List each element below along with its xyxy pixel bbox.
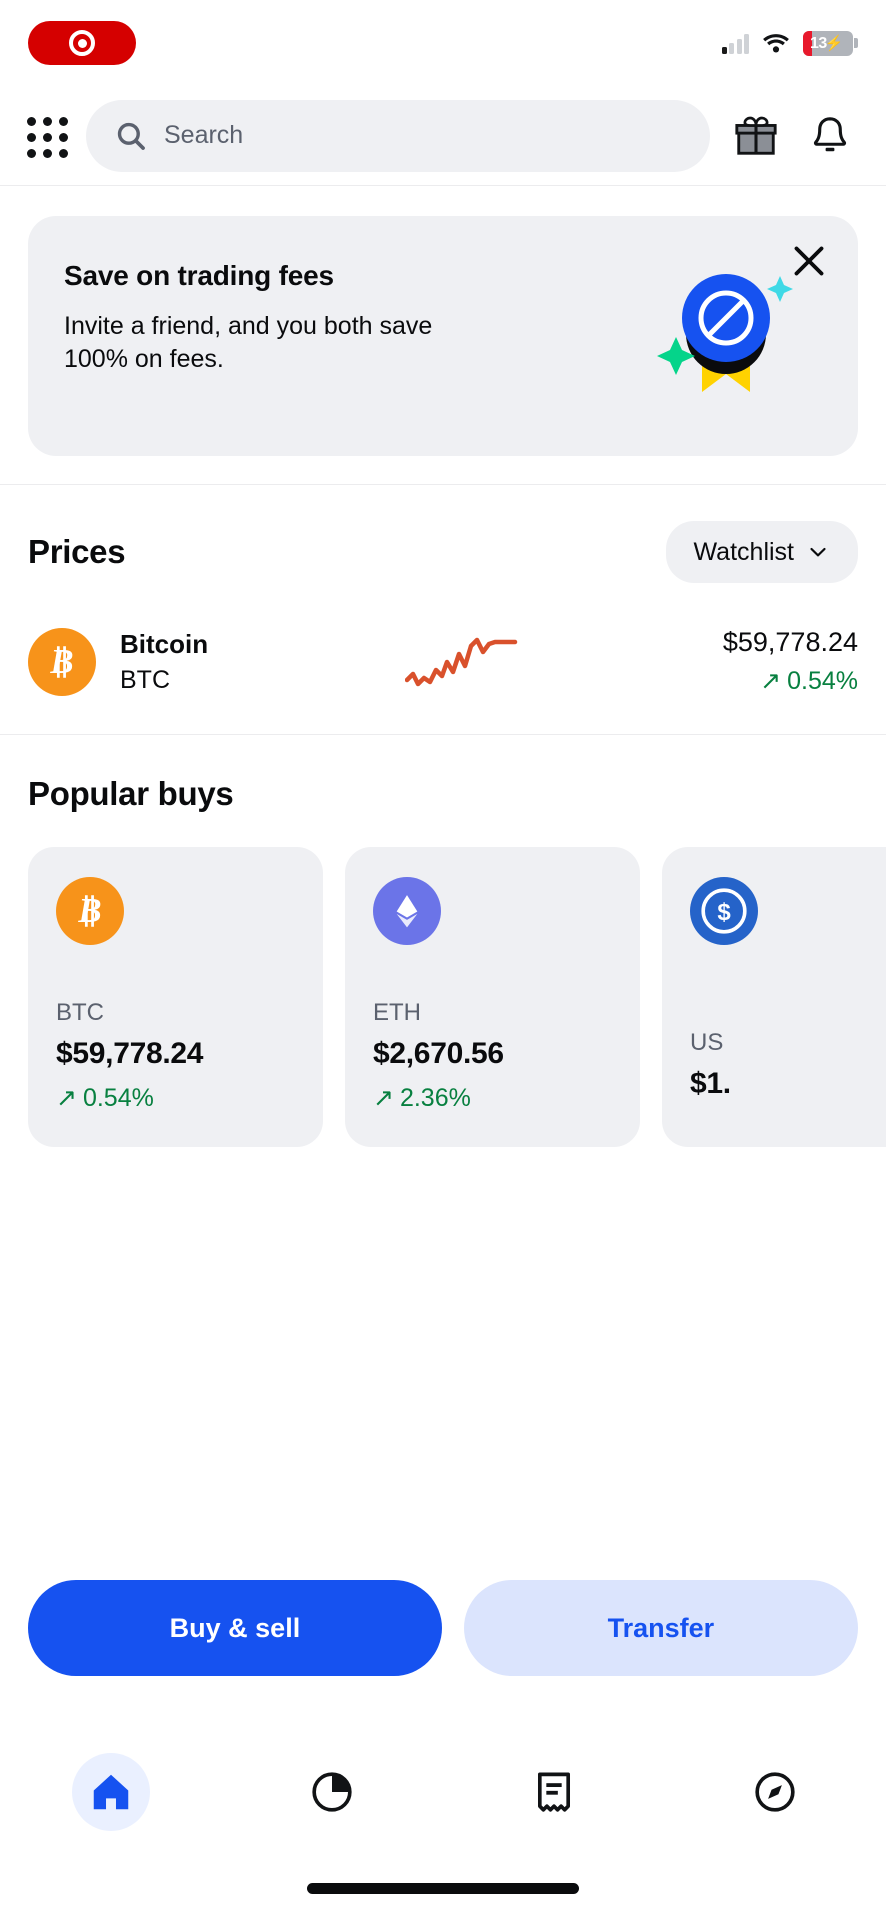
search-placeholder: Search <box>164 121 244 149</box>
promo-banner[interactable]: Save on trading fees Invite a friend, an… <box>28 216 858 456</box>
search-input[interactable]: Search <box>86 99 710 172</box>
card-price: $1. <box>690 1067 731 1100</box>
nav-item-transactions[interactable] <box>443 1744 665 1840</box>
card-symbol: ETH <box>373 999 421 1026</box>
coin-name: Bitcoin <box>120 628 209 659</box>
bitcoin-icon: B <box>28 627 96 696</box>
award-badge-icon <box>657 274 793 392</box>
nav-item-home[interactable] <box>0 1744 222 1840</box>
bitcoin-icon: B <box>56 877 124 945</box>
card-change: ↗ 0.54% <box>56 1083 295 1113</box>
watchlist-label: Watchlist <box>693 537 794 566</box>
ethereum-icon <box>373 877 441 945</box>
prices-header: Prices Watchlist <box>28 485 858 601</box>
card-price: $2,670.56 <box>373 1037 504 1070</box>
svg-text:B: B <box>49 642 73 681</box>
prices-section: Prices Watchlist B Bitcoin BTC $59,778.2… <box>0 485 886 734</box>
cta-button-row: Buy & sell Transfer <box>0 1580 886 1676</box>
svg-text:$: $ <box>717 899 731 926</box>
chevron-down-icon <box>810 547 826 557</box>
cellular-signal-icon <box>721 32 749 54</box>
popular-buys-title: Popular buys <box>28 775 234 812</box>
charging-bolt-icon: ⚡ <box>824 34 844 52</box>
buy-and-sell-button[interactable]: Buy & sell <box>28 1580 442 1676</box>
bottom-navigation <box>0 1744 886 1840</box>
card-change-value: 2.36% <box>399 1083 471 1112</box>
record-icon <box>69 30 95 56</box>
bell-icon[interactable] <box>802 108 858 164</box>
search-icon <box>117 122 145 150</box>
home-icon <box>93 1774 128 1810</box>
popular-buys-carousel[interactable]: B BTC $59,778.24 ↗ 0.54% ETH $2,670.56 ↗… <box>28 847 886 1147</box>
popular-buy-card[interactable]: ETH $2,670.56 ↗ 2.36% <box>345 847 640 1147</box>
app-screen: 13⚡ Search Save on trading fees Invite a… <box>0 0 886 1920</box>
price-row[interactable]: B Bitcoin BTC $59,778.24 ↗ 0.54% <box>28 601 858 734</box>
popular-buy-card[interactable]: $ US $1. <box>662 847 886 1147</box>
promo-body: Invite a friend, and you both save 100% … <box>64 312 433 373</box>
svg-text:B: B <box>77 891 101 930</box>
compass-icon <box>755 1772 795 1812</box>
card-change-value: 0.54% <box>82 1083 154 1112</box>
nav-item-portfolio[interactable] <box>222 1744 444 1840</box>
status-icons: 13⚡ <box>721 30 858 56</box>
coin-change: ↗ 0.54% <box>723 666 858 696</box>
watchlist-dropdown[interactable]: Watchlist <box>665 521 858 583</box>
status-bar: 13⚡ <box>0 0 886 86</box>
trend-up-arrow-icon: ↗ <box>760 667 782 695</box>
coin-symbol: BTC <box>120 665 170 694</box>
home-indicator <box>307 1883 579 1894</box>
promo-banner-section: Save on trading fees Invite a friend, an… <box>0 186 886 485</box>
trend-up-arrow-icon: ↗ <box>373 1084 394 1112</box>
receipt-icon <box>537 1772 570 1812</box>
wifi-icon <box>763 34 789 53</box>
sparkline-chart <box>208 632 723 692</box>
screen-recording-indicator <box>28 21 136 65</box>
transfer-button[interactable]: Transfer <box>463 1580 858 1676</box>
trend-up-arrow-icon: ↗ <box>56 1084 77 1112</box>
card-symbol: BTC <box>56 999 104 1026</box>
usdc-icon: $ <box>690 877 758 945</box>
card-price: $59,778.24 <box>56 1037 204 1070</box>
grid-apps-icon[interactable] <box>24 114 68 158</box>
popular-buys-section: Popular buys B BTC $59,778.24 ↗ 0.54% ET… <box>0 735 886 1147</box>
price-values: $59,778.24 ↗ 0.54% <box>723 627 858 696</box>
pie-chart-icon <box>312 1772 352 1812</box>
page-title: Prices <box>28 533 126 570</box>
coin-price: $59,778.24 <box>722 627 858 657</box>
gift-icon[interactable] <box>728 108 784 164</box>
card-change: ↗ 2.36% <box>373 1083 612 1113</box>
nav-item-explore[interactable] <box>665 1744 886 1840</box>
change-value: 0.54% <box>787 666 858 695</box>
coin-names: Bitcoin BTC <box>120 629 208 695</box>
popular-buy-card[interactable]: B BTC $59,778.24 ↗ 0.54% <box>28 847 323 1147</box>
battery-icon: 13⚡ <box>803 30 853 56</box>
card-symbol: US <box>690 1029 724 1056</box>
app-bar: Search <box>0 86 886 186</box>
